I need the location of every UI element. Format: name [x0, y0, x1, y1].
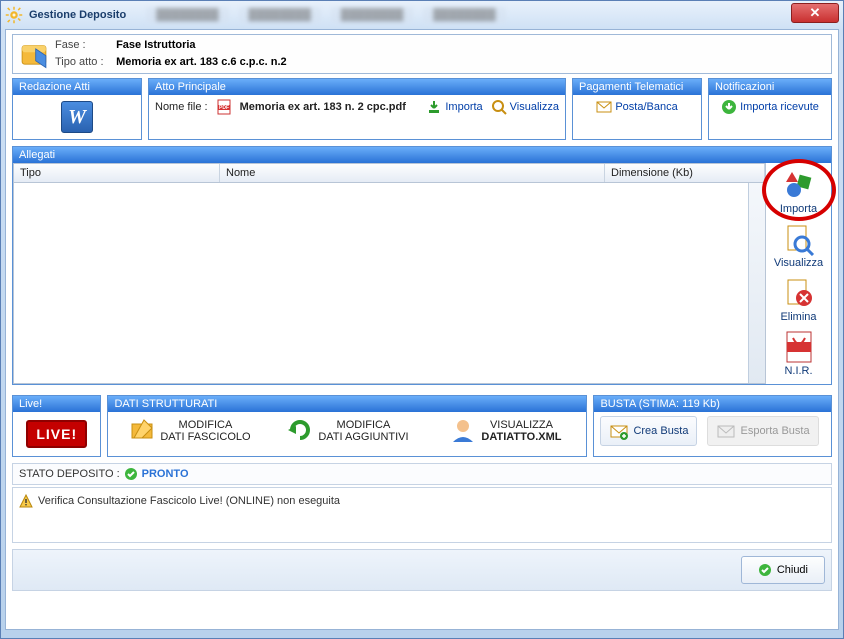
- chiudi-button[interactable]: Chiudi: [741, 556, 825, 584]
- status-value: PRONTO: [142, 468, 189, 480]
- svg-text:PDF: PDF: [219, 105, 229, 111]
- allegati-nir-button[interactable]: N.I.R.: [770, 329, 828, 377]
- import-icon: [426, 99, 442, 115]
- modifica-aggiuntivi-button[interactable]: MODIFICADATI AGGIUNTIVI: [272, 416, 422, 446]
- panel-pagamenti-header: Pagamenti Telematici: [573, 79, 701, 95]
- panel-dati-strutturati: DATI STRUTTURATI MODIFICADATI FASCICOLO …: [107, 395, 587, 457]
- panel-dati-header: DATI STRUTTURATI: [108, 396, 586, 412]
- tipo-value: Memoria ex art. 183 c.6 c.p.c. n.2: [116, 56, 287, 68]
- green-refresh-icon: [286, 416, 314, 444]
- footer-bar: Chiudi: [12, 549, 832, 591]
- panel-live-header: Live!: [13, 396, 100, 412]
- allegati-table-body[interactable]: [14, 183, 765, 383]
- live-badge-button[interactable]: LIVE!: [26, 420, 87, 448]
- col-nome[interactable]: Nome: [220, 164, 605, 182]
- panel-notifiche: Notificazioni Importa ricevute: [708, 78, 832, 140]
- allegati-importa-button[interactable]: Importa: [770, 167, 828, 215]
- check-icon: [124, 467, 138, 481]
- user-icon: [449, 416, 477, 444]
- panel-notifiche-header: Notificazioni: [709, 79, 831, 95]
- shapes-icon: [782, 168, 816, 202]
- modifica-fascicolo-button[interactable]: MODIFICADATI FASCICOLO: [114, 416, 264, 446]
- panel-redazione: Redazione Atti W: [12, 78, 142, 140]
- fase-value: Fase Istruttoria: [116, 39, 195, 51]
- allegati-visualizza-button[interactable]: Visualizza: [770, 221, 828, 269]
- import-green-icon: [721, 99, 737, 115]
- panel-allegati-header: Allegati: [13, 147, 831, 163]
- status-label: STATO DEPOSITO :: [19, 468, 120, 480]
- panel-atto: Atto Principale Nome file : PDF Memoria …: [148, 78, 566, 140]
- view-icon: [491, 99, 507, 115]
- warning-icon: [19, 494, 33, 508]
- panel-allegati: Allegati Tipo Nome Dimensione (Kb): [12, 146, 832, 385]
- crea-busta-button[interactable]: Crea Busta: [600, 416, 697, 446]
- panel-pagamenti: Pagamenti Telematici Posta/Banca: [572, 78, 702, 140]
- panel-busta-header: BUSTA (STIMA: 119 Kb): [594, 396, 831, 412]
- warning-text: Verifica Consultazione Fascicolo Live! (…: [38, 495, 340, 507]
- delete-doc-icon: [782, 276, 816, 310]
- panel-busta: BUSTA (STIMA: 119 Kb) Crea Busta Esporta…: [593, 395, 832, 457]
- status-line: STATO DEPOSITO : PRONTO: [12, 463, 832, 485]
- magnifier-doc-icon: [782, 222, 816, 256]
- panel-atto-header: Atto Principale: [149, 79, 565, 95]
- importa-atto-button[interactable]: Importa: [426, 99, 482, 115]
- visualizza-atto-button[interactable]: Visualizza: [491, 99, 559, 115]
- allegati-side-buttons: Importa Visualizza Elimina: [766, 163, 831, 384]
- col-tipo[interactable]: Tipo: [14, 164, 220, 182]
- window-title: Gestione Deposito: [29, 9, 126, 21]
- deposit-icon: [17, 37, 51, 71]
- pdf-icon: PDF: [216, 99, 232, 115]
- fase-label: Fase :: [55, 37, 113, 54]
- allegati-table: Tipo Nome Dimensione (Kb): [13, 163, 766, 384]
- tipo-label: Tipo atto :: [55, 54, 113, 71]
- window-close-button[interactable]: ✕: [791, 3, 839, 23]
- envelope-plus-icon: [609, 421, 629, 441]
- header-info: Fase : Fase Istruttoria Tipo atto : Memo…: [12, 34, 832, 74]
- close-icon: ✕: [810, 5, 821, 21]
- edit-folder-icon: [128, 416, 156, 444]
- background-tabs-blurred: ████████████████████████████████: [146, 7, 505, 23]
- col-dimensione[interactable]: Dimensione (Kb): [605, 164, 765, 182]
- panel-redazione-header: Redazione Atti: [13, 79, 141, 95]
- word-icon[interactable]: W: [61, 101, 93, 133]
- nome-file-label: Nome file :: [155, 101, 208, 113]
- pdf-large-icon: [785, 330, 813, 364]
- window: Gestione Deposito ██████████████████████…: [0, 0, 844, 639]
- visualizza-datiatto-button[interactable]: VISUALIZZADATIATTO.XML: [430, 416, 580, 446]
- envelope-icon: [596, 99, 612, 115]
- allegati-elimina-button[interactable]: Elimina: [770, 275, 828, 323]
- ok-green-icon: [758, 563, 772, 577]
- content-area: Fase : Fase Istruttoria Tipo atto : Memo…: [5, 29, 839, 630]
- panel-live: Live! LIVE!: [12, 395, 101, 457]
- envelope-export-icon: [716, 421, 736, 441]
- titlebar: Gestione Deposito ██████████████████████…: [1, 1, 843, 29]
- warning-box: Verifica Consultazione Fascicolo Live! (…: [12, 487, 832, 543]
- importa-ricevute-button[interactable]: Importa ricevute: [721, 99, 819, 115]
- nome-file-value: Memoria ex art. 183 n. 2 cpc.pdf: [240, 101, 406, 113]
- app-icon: [5, 6, 23, 24]
- posta-banca-button[interactable]: Posta/Banca: [596, 99, 677, 115]
- esporta-busta-button: Esporta Busta: [707, 416, 818, 446]
